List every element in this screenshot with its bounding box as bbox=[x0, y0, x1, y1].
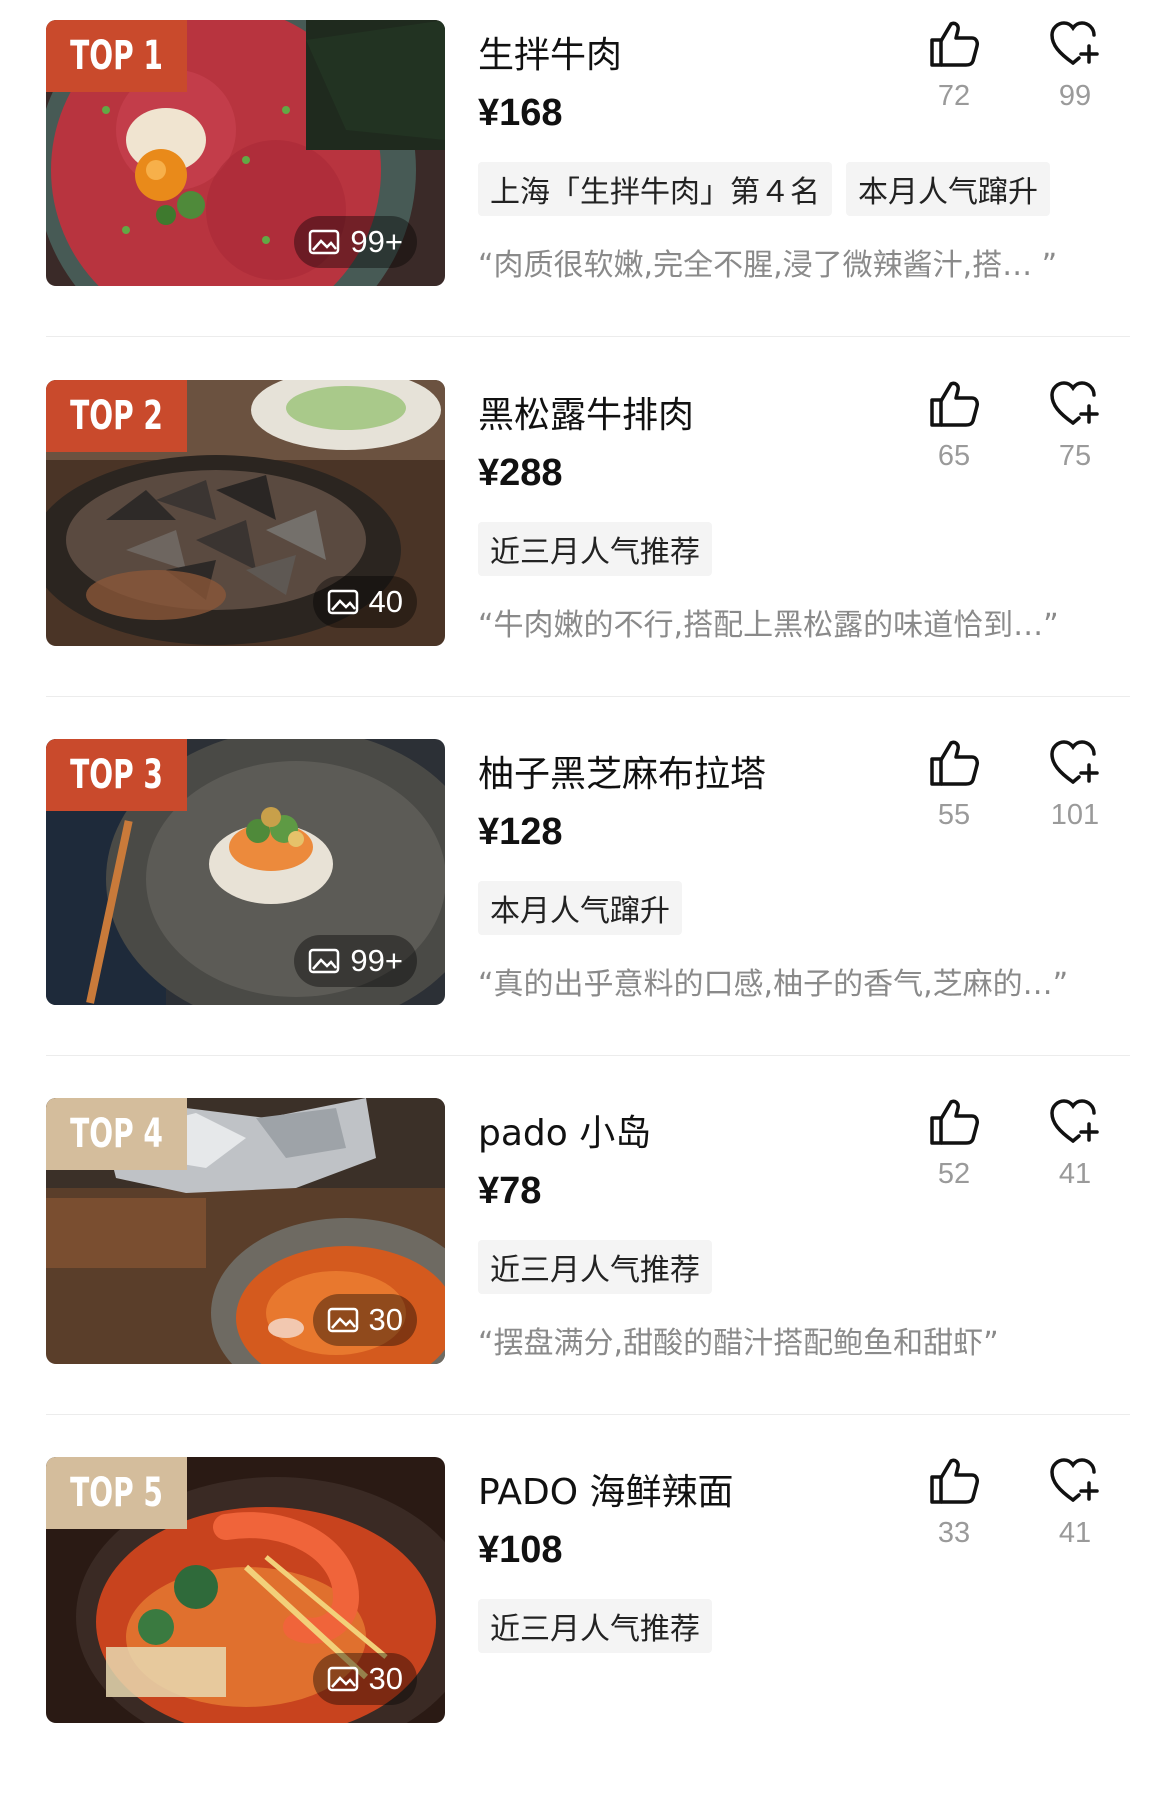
divider bbox=[46, 1055, 1130, 1056]
photo-count-badge[interactable]: 99+ bbox=[294, 935, 417, 987]
like-button[interactable]: 65 bbox=[914, 380, 994, 473]
thumbs-up-icon bbox=[930, 1099, 979, 1145]
dish-price: ¥108 bbox=[478, 1529, 563, 1571]
thumbs-up-icon bbox=[930, 1458, 979, 1504]
image-icon bbox=[327, 1307, 358, 1333]
dish-item-5[interactable]: TOP 5 30 PADO 海鲜辣面 ¥108 近三月人气推荐 33 41 bbox=[0, 1437, 1170, 1797]
image-icon bbox=[327, 589, 358, 615]
review-quote[interactable]: “牛肉嫩的不行,搭配上黑松露的味道恰到…” bbox=[478, 600, 1133, 644]
favorite-count: 101 bbox=[1050, 799, 1100, 831]
rank-badge: TOP 2 bbox=[46, 380, 187, 452]
favorite-button[interactable]: 99 bbox=[1035, 20, 1115, 113]
trend-tag[interactable]: 本月人气蹿升 bbox=[478, 881, 682, 935]
dish-photo[interactable]: TOP 1 99+ bbox=[46, 20, 445, 286]
tag-list: 本月人气蹿升 bbox=[478, 881, 682, 935]
heart-plus-icon bbox=[1050, 740, 1099, 784]
dish-photo[interactable]: TOP 5 30 bbox=[46, 1457, 445, 1723]
like-button[interactable]: 52 bbox=[914, 1098, 994, 1191]
like-count: 52 bbox=[937, 1158, 971, 1190]
review-quote[interactable]: “真的出乎意料的口感,柚子的香气,芝麻的…” bbox=[478, 959, 1133, 1003]
thumbs-up-icon bbox=[930, 381, 979, 427]
image-icon bbox=[327, 1666, 358, 1692]
trend-tag[interactable]: 本月人气蹿升 bbox=[846, 162, 1050, 216]
dish-photo[interactable]: TOP 3 99+ bbox=[46, 739, 445, 1005]
photo-count-badge[interactable]: 99+ bbox=[294, 216, 417, 268]
dish-photo[interactable]: TOP 2 40 bbox=[46, 380, 445, 646]
rank-badge: TOP 3 bbox=[46, 739, 187, 811]
tag-list: 近三月人气推荐 bbox=[478, 522, 712, 576]
divider bbox=[46, 336, 1130, 337]
rank-label: TOP 5 bbox=[70, 1470, 163, 1516]
photo-count: 99+ bbox=[350, 943, 403, 978]
dish-name[interactable]: 生拌牛肉 bbox=[478, 26, 622, 78]
photo-count: 99+ bbox=[350, 224, 403, 259]
dish-name[interactable]: PADO 海鲜辣面 bbox=[478, 1463, 734, 1515]
dish-name[interactable]: pado 小岛 bbox=[478, 1104, 651, 1156]
photo-count: 30 bbox=[368, 1302, 403, 1337]
like-button[interactable]: 55 bbox=[914, 739, 994, 832]
favorite-button[interactable]: 41 bbox=[1035, 1098, 1115, 1191]
favorite-count: 99 bbox=[1058, 80, 1092, 112]
dish-name[interactable]: 黑松露牛排肉 bbox=[478, 386, 694, 438]
rank-badge: TOP 1 bbox=[46, 20, 187, 92]
favorite-button[interactable]: 41 bbox=[1035, 1457, 1115, 1550]
thumbs-up-icon bbox=[930, 740, 979, 786]
favorite-button[interactable]: 75 bbox=[1035, 380, 1115, 473]
favorite-count: 41 bbox=[1058, 1517, 1092, 1549]
heart-plus-icon bbox=[1050, 1458, 1099, 1502]
rank-label: TOP 3 bbox=[70, 752, 163, 798]
rank-label: TOP 1 bbox=[70, 33, 163, 79]
like-count: 55 bbox=[937, 799, 971, 831]
photo-count-badge[interactable]: 40 bbox=[312, 576, 417, 628]
divider bbox=[46, 696, 1130, 697]
dish-photo[interactable]: TOP 4 30 bbox=[46, 1098, 445, 1364]
heart-plus-icon bbox=[1050, 1099, 1099, 1143]
tag-list: 近三月人气推荐 bbox=[478, 1599, 712, 1653]
dish-item-1[interactable]: TOP 1 99+ 生拌牛肉 ¥168 上海「生拌牛肉」第４名 本月人气蹿升 “… bbox=[0, 0, 1170, 360]
favorite-count: 75 bbox=[1058, 440, 1092, 472]
dish-price: ¥128 bbox=[478, 811, 563, 853]
rank-label: TOP 4 bbox=[70, 1111, 163, 1157]
photo-count-badge[interactable]: 30 bbox=[312, 1653, 417, 1705]
dish-price: ¥168 bbox=[478, 92, 563, 134]
photo-count-badge[interactable]: 30 bbox=[312, 1294, 417, 1346]
heart-plus-icon bbox=[1050, 381, 1099, 425]
like-count: 33 bbox=[937, 1517, 971, 1549]
trend-tag[interactable]: 近三月人气推荐 bbox=[478, 1599, 712, 1653]
favorite-count: 41 bbox=[1058, 1158, 1092, 1190]
thumbs-up-icon bbox=[930, 21, 979, 67]
dish-item-3[interactable]: TOP 3 99+ 柚子黑芝麻布拉塔 ¥128 本月人气蹿升 “真的出乎意料的口… bbox=[0, 719, 1170, 1079]
favorite-button[interactable]: 101 bbox=[1035, 739, 1115, 832]
tag-list: 上海「生拌牛肉」第４名 本月人气蹿升 bbox=[478, 162, 1050, 216]
like-button[interactable]: 33 bbox=[914, 1457, 994, 1550]
image-icon bbox=[309, 229, 340, 255]
trend-tag[interactable]: 近三月人气推荐 bbox=[478, 1240, 712, 1294]
dish-name[interactable]: 柚子黑芝麻布拉塔 bbox=[478, 745, 766, 797]
like-count: 72 bbox=[937, 80, 971, 112]
dish-price: ¥288 bbox=[478, 452, 563, 494]
dish-item-2[interactable]: TOP 2 40 黑松露牛排肉 ¥288 近三月人气推荐 “牛肉嫩的不行,搭配上… bbox=[0, 360, 1170, 720]
dish-item-4[interactable]: TOP 4 30 pado 小岛 ¥78 近三月人气推荐 “摆盘满分,甜酸的醋汁… bbox=[0, 1078, 1170, 1438]
photo-count: 30 bbox=[368, 1661, 403, 1696]
like-button[interactable]: 72 bbox=[914, 20, 994, 113]
like-count: 65 bbox=[937, 440, 971, 472]
rank-badge: TOP 4 bbox=[46, 1098, 187, 1170]
rank-badge: TOP 5 bbox=[46, 1457, 187, 1529]
ranking-tag[interactable]: 上海「生拌牛肉」第４名 bbox=[478, 162, 832, 216]
rank-label: TOP 2 bbox=[70, 393, 163, 439]
divider bbox=[46, 1414, 1130, 1415]
photo-count: 40 bbox=[368, 584, 403, 619]
review-quote[interactable]: “摆盘满分,甜酸的醋汁搭配鲍鱼和甜虾” bbox=[478, 1318, 1133, 1362]
image-icon bbox=[309, 948, 340, 974]
dish-price: ¥78 bbox=[478, 1170, 542, 1212]
tag-list: 近三月人气推荐 bbox=[478, 1240, 712, 1294]
heart-plus-icon bbox=[1050, 21, 1099, 65]
review-quote[interactable]: “肉质很软嫩,完全不腥,浸了微辣酱汁,搭… ” bbox=[478, 240, 1133, 284]
trend-tag[interactable]: 近三月人气推荐 bbox=[478, 522, 712, 576]
